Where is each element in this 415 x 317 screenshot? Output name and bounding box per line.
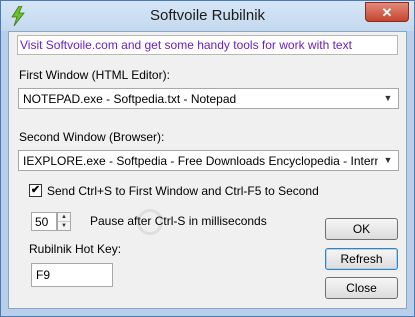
second-window-label: Second Window (Browser):	[19, 130, 165, 144]
pause-ms-input[interactable]: 50	[31, 212, 57, 231]
title-bar[interactable]: Softvoile Rubilnik ✕	[1, 1, 414, 31]
close-icon: ✕	[381, 5, 393, 20]
close-button[interactable]: Close	[325, 277, 398, 299]
window-title: Softvoile Rubilnik	[149, 7, 266, 24]
chevron-down-icon[interactable]: ▼	[380, 152, 396, 169]
second-window-selected: IEXPLORE.exe - Softpedia - Free Download…	[23, 154, 378, 168]
spin-down-icon[interactable]: ▼	[58, 222, 70, 230]
watermark-circle-icon	[137, 209, 163, 235]
spin-up-icon[interactable]: ▲	[58, 213, 70, 222]
checkmark-icon: ✔	[30, 184, 41, 196]
chevron-down-icon[interactable]: ▼	[380, 90, 396, 107]
window-close-button[interactable]: ✕	[365, 2, 409, 22]
send-keys-checkbox[interactable]: ✔	[29, 184, 42, 197]
first-window-selected: NOTEPAD.exe - Softpedia.txt - Notepad	[23, 92, 237, 106]
dialog-client-area: Visit Softvoile.com and get some handy t…	[8, 31, 407, 309]
hotkey-input[interactable]: F9	[31, 263, 113, 287]
main-window: Softvoile Rubilnik ✕ Visit Softvoile.com…	[0, 0, 415, 317]
ok-button[interactable]: OK	[325, 218, 398, 240]
second-window-dropdown[interactable]: IEXPLORE.exe - Softpedia - Free Download…	[18, 150, 399, 171]
send-keys-label[interactable]: Send Ctrl+S to First Window and Ctrl-F5 …	[47, 184, 319, 198]
refresh-button[interactable]: Refresh	[325, 248, 398, 270]
first-window-dropdown[interactable]: NOTEPAD.exe - Softpedia.txt - Notepad ▼	[18, 88, 399, 109]
first-window-label: First Window (HTML Editor):	[19, 68, 170, 82]
softvoile-link-panel[interactable]: Visit Softvoile.com and get some handy t…	[17, 35, 398, 55]
watermark-logo	[137, 209, 277, 239]
hotkey-label: Rubilnik Hot Key:	[29, 242, 122, 256]
pause-spinner: ▲ ▼	[57, 212, 71, 231]
softvoile-link[interactable]: Visit Softvoile.com and get some handy t…	[20, 38, 352, 52]
